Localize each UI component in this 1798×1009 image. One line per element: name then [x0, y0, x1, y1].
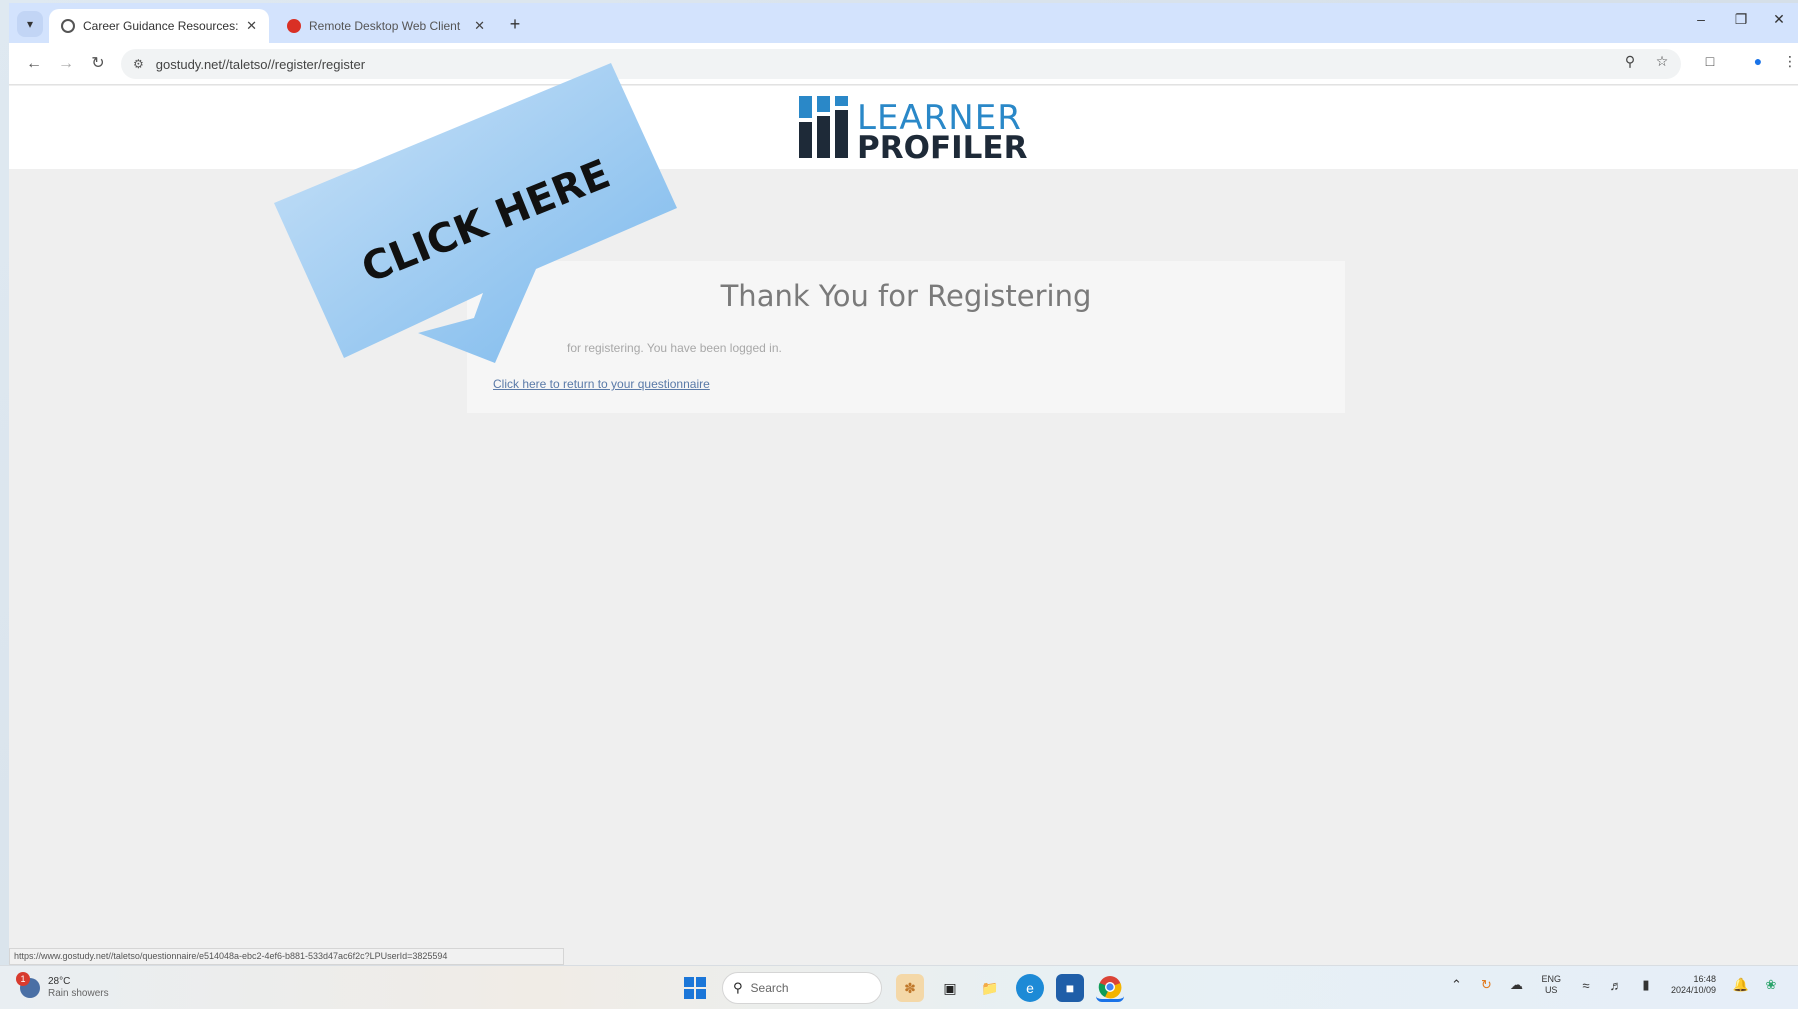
return-to-questionnaire-link[interactable]: Click here to return to your questionnai… [493, 377, 710, 391]
restore-icon[interactable]: ❐ [1726, 11, 1756, 28]
notification-bell-icon[interactable]: 🔔 [1730, 977, 1752, 993]
click-here-callout: CLICK HERE [274, 58, 694, 378]
globe-icon [61, 19, 75, 33]
tab-search-button[interactable]: ▾ [17, 11, 43, 37]
windows-start-icon[interactable] [684, 977, 706, 999]
back-arrow-icon[interactable]: ← [23, 53, 45, 75]
site-info-icon[interactable]: ⚙ [133, 57, 144, 71]
taskbar-search-box[interactable]: ⚲ Search [722, 972, 882, 1004]
extensions-icon[interactable]: □ [1699, 53, 1721, 69]
search-icon: ⚲ [733, 980, 743, 995]
browser-window: ▾ Career Guidance Resources: O... ✕ Remo… [9, 3, 1798, 1009]
minimize-icon[interactable]: – [1686, 11, 1716, 27]
task-view-icon[interactable]: ▣ [936, 974, 964, 1002]
new-tab-button[interactable]: + [503, 13, 527, 37]
forward-arrow-icon[interactable]: → [55, 53, 77, 75]
reload-icon[interactable]: ↻ [87, 53, 109, 75]
taskbar: 1 28°C Rain showers ⚲ Search ✽ ▣ 📁 e ■ ⌃… [0, 965, 1798, 1009]
tab-strip: ▾ Career Guidance Resources: O... ✕ Remo… [9, 3, 1798, 43]
tab-remote-desktop[interactable]: Remote Desktop Web Client ✕ [275, 9, 497, 43]
weather-rain-icon: 1 [16, 972, 40, 998]
system-tray: ⌃ ↻ ☁ ENG US ≈ ♬ ▮ 16:48 2024/10/09 🔔 ❀ [1441, 974, 1786, 996]
profile-icon[interactable]: ● [1747, 53, 1769, 69]
search-placeholder: Search [750, 981, 789, 995]
weather-description: Rain showers [48, 988, 109, 999]
taskbar-apps: ⚲ Search ✽ ▣ 📁 e ■ [684, 972, 1130, 1004]
battery-icon[interactable]: ▮ [1635, 977, 1657, 993]
chrome-browser-icon[interactable] [1096, 974, 1124, 1002]
close-icon[interactable]: ✕ [474, 18, 485, 34]
cloud-icon[interactable]: ☁ [1505, 977, 1527, 993]
sync-icon[interactable]: ↻ [1475, 977, 1497, 993]
language-indicator[interactable]: ENG US [1541, 974, 1561, 996]
logo-bars-icon [799, 96, 851, 158]
tab-career-guidance[interactable]: Career Guidance Resources: O... ✕ [49, 9, 269, 43]
clock[interactable]: 16:48 2024/10/09 [1671, 974, 1716, 996]
file-explorer-icon[interactable]: 📁 [976, 974, 1004, 1002]
close-window-icon[interactable]: ✕ [1764, 11, 1794, 28]
microsoft-store-icon[interactable]: ■ [1056, 974, 1084, 1002]
language-code: ENG [1541, 974, 1561, 984]
copilot-icon[interactable]: ❀ [1760, 977, 1782, 993]
weather-widget[interactable]: 1 28°C Rain showers [16, 972, 109, 1000]
clock-time: 16:48 [1693, 974, 1716, 984]
notification-badge: 1 [16, 972, 30, 986]
close-icon[interactable]: ✕ [246, 18, 257, 34]
logo-word-profiler: PROFILER [857, 130, 1028, 166]
callout-arrow-shape: CLICK HERE [274, 63, 677, 363]
password-key-icon[interactable]: ⚲ [1619, 53, 1641, 70]
remote-desktop-icon [287, 19, 301, 33]
tab-title: Remote Desktop Web Client [309, 19, 461, 33]
more-menu-icon[interactable]: ⋮ [1779, 53, 1798, 70]
learner-profiler-logo: LEARNER PROFILER [799, 96, 1027, 166]
copilot-widget-icon[interactable]: ✽ [896, 974, 924, 1002]
wifi-icon[interactable]: ≈ [1575, 978, 1597, 993]
chrome-logo-icon [1098, 975, 1122, 998]
bookmark-star-icon[interactable]: ☆ [1651, 53, 1673, 70]
clock-date: 2024/10/09 [1670, 985, 1716, 995]
volume-icon[interactable]: ♬ [1605, 978, 1627, 993]
weather-temperature: 28°C [48, 976, 71, 987]
chevron-down-icon: ▾ [26, 17, 34, 31]
status-bar-url: https://www.gostudy.net//taletso/questio… [9, 948, 564, 965]
chevron-up-icon[interactable]: ⌃ [1445, 977, 1467, 993]
edge-browser-icon[interactable]: e [1016, 974, 1044, 1002]
region-code: US [1544, 985, 1558, 995]
tab-title: Career Guidance Resources: O... [83, 19, 240, 33]
